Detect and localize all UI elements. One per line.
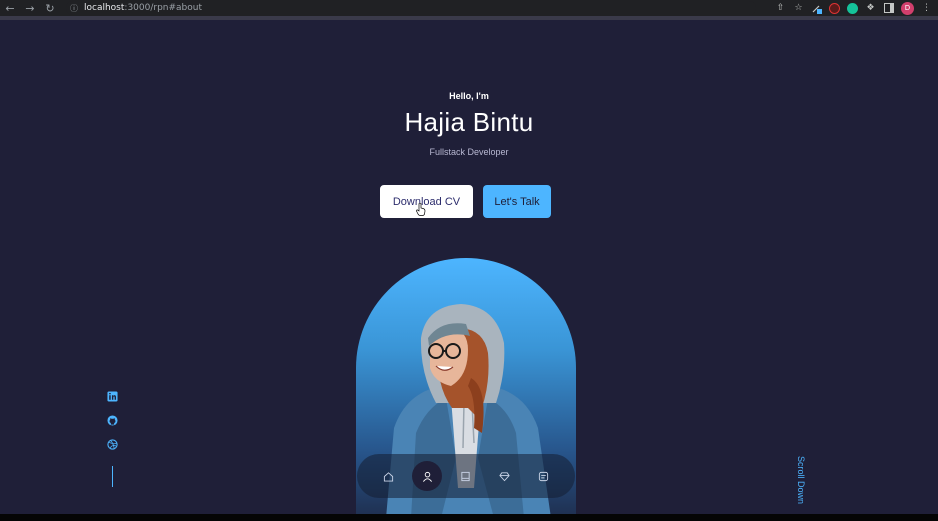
side-panel-icon[interactable] (883, 3, 894, 14)
nav-home[interactable] (373, 461, 403, 491)
scroll-down-link[interactable]: Scroll Down (796, 456, 806, 504)
extension-pen-icon[interactable] (811, 3, 822, 14)
back-icon[interactable]: ← (0, 0, 20, 16)
greeting-text: Hello, I'm (449, 91, 489, 101)
linkedin-link[interactable] (106, 390, 118, 402)
dribbble-link[interactable] (106, 438, 118, 450)
hand-cursor-icon (416, 203, 426, 216)
address-bar[interactable]: ⓘ localhost:3000/rpn#about (66, 1, 756, 15)
social-links (104, 390, 120, 487)
hero-name: Hajia Bintu (404, 107, 534, 137)
book-icon (461, 471, 471, 481)
nav-contact[interactable] (529, 461, 559, 491)
github-link[interactable] (106, 414, 118, 426)
social-divider-line (111, 466, 113, 487)
dribbble-icon (106, 438, 118, 450)
grammarly-icon[interactable] (847, 2, 858, 14)
linkedin-icon (106, 390, 118, 402)
share-icon[interactable]: ⇧ (775, 3, 786, 14)
hero-role: Fullstack Developer (429, 147, 509, 157)
reload-icon[interactable]: ↻ (40, 0, 60, 16)
nav-services[interactable] (490, 461, 520, 491)
nav-about[interactable] (412, 461, 443, 491)
menu-kebab-icon[interactable]: ⋮ (921, 3, 932, 14)
bottom-navigation (357, 454, 575, 498)
nav-experience[interactable] (451, 461, 481, 491)
forward-icon[interactable]: → (20, 0, 40, 16)
bookmark-star-icon[interactable]: ☆ (793, 3, 804, 14)
services-icon (499, 471, 510, 481)
github-icon (106, 414, 118, 426)
user-icon (422, 471, 432, 482)
about-page: Hello, I'm Hajia Bintu Fullstack Develop… (0, 20, 938, 514)
browser-toolbar: ← → ↻ ⓘ localhost:3000/rpn#about ⇧ ☆ ❖ D… (0, 0, 938, 16)
site-info-icon[interactable]: ⓘ (70, 3, 78, 14)
extension-red-icon[interactable] (829, 2, 840, 14)
url-path: :3000/rpn#about (124, 3, 203, 13)
download-cv-button[interactable]: Download CV (380, 185, 473, 218)
screen-bottom-bar (0, 514, 938, 521)
extensions-puzzle-icon[interactable]: ❖ (865, 3, 876, 14)
home-icon (383, 471, 393, 482)
lets-talk-button[interactable]: Let's Talk (483, 185, 551, 218)
profile-avatar[interactable]: D (901, 1, 914, 15)
url-host: localhost (84, 3, 125, 13)
message-icon (538, 471, 549, 481)
